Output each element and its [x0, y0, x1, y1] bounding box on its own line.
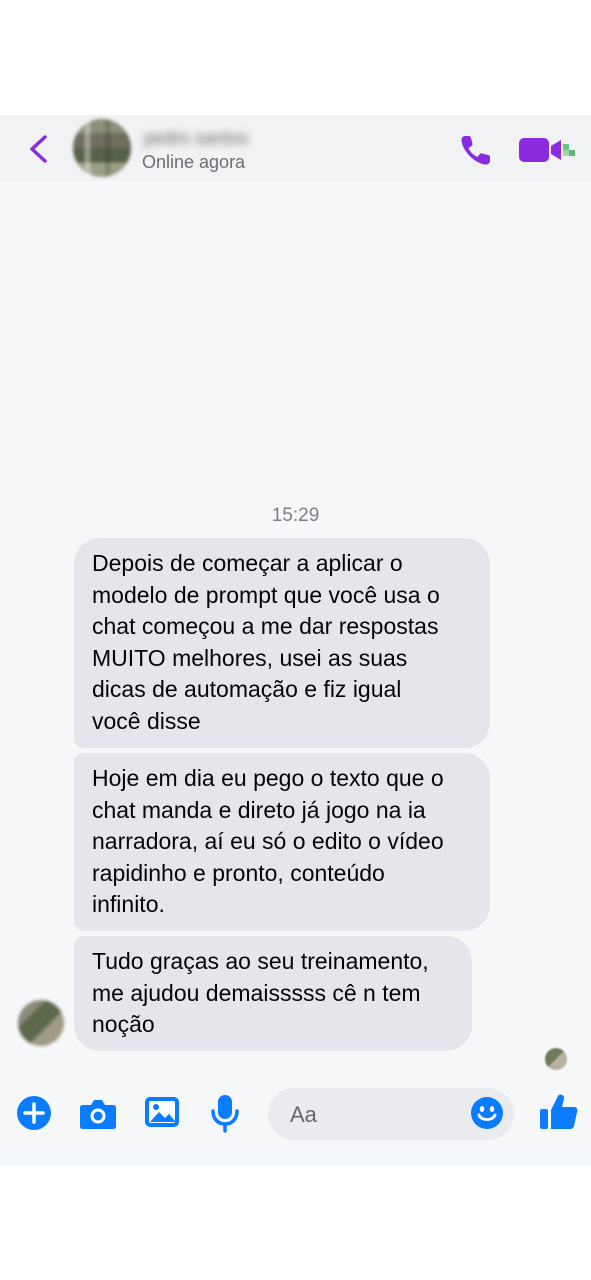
- message-bubble[interactable]: Depois de começar a aplicar o modelo de …: [74, 538, 490, 748]
- message-bubble[interactable]: Tudo graças ao seu treinamento, me ajudo…: [74, 936, 472, 1051]
- video-camera-icon[interactable]: [518, 134, 578, 166]
- contact-name[interactable]: pedro santos: [144, 128, 282, 148]
- plus-icon[interactable]: [16, 1095, 52, 1131]
- online-status: Online agora: [142, 152, 246, 172]
- photo-icon[interactable]: [144, 1095, 180, 1129]
- seen-receipt-avatar: [545, 1048, 567, 1070]
- bottom-safe-area: [0, 1150, 591, 1165]
- phone-icon[interactable]: [458, 132, 494, 168]
- message-timestamp: 15:29: [271, 505, 320, 526]
- message-input[interactable]: [288, 1098, 462, 1132]
- back-chevron-icon[interactable]: [26, 134, 52, 164]
- contact-avatar[interactable]: [73, 119, 131, 177]
- message-bubble[interactable]: Hoje em dia eu pego o texto que o chat m…: [74, 753, 490, 931]
- thumbs-up-icon[interactable]: [539, 1093, 579, 1131]
- sender-avatar[interactable]: [18, 1000, 64, 1046]
- emoji-icon[interactable]: [470, 1096, 504, 1130]
- microphone-icon[interactable]: [208, 1093, 242, 1133]
- camera-icon[interactable]: [79, 1095, 117, 1131]
